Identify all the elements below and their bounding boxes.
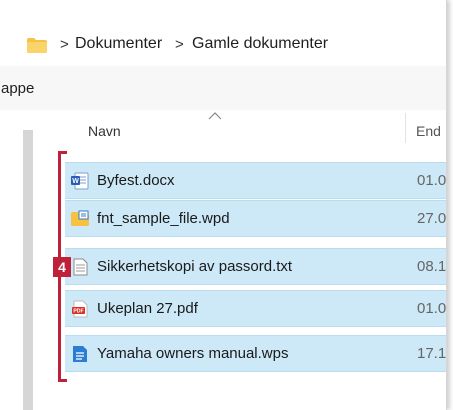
column-header-name[interactable]: Navn [88, 123, 121, 139]
breadcrumb-separator-icon: > [60, 36, 69, 53]
word-doc-icon: W [71, 172, 89, 190]
breadcrumb-separator-icon: > [175, 36, 184, 53]
pdf-file-icon: PDF [72, 300, 88, 318]
file-date: 17.1 [417, 345, 447, 362]
column-header-date-modified[interactable]: End [416, 123, 441, 139]
file-row-sikkerhetskopi[interactable]: Sikkerhetskopi av passord.txt 08.1 [65, 248, 446, 285]
column-divider[interactable] [405, 113, 406, 143]
file-name: fnt_sample_file.wpd [97, 210, 230, 227]
svg-text:PDF: PDF [73, 309, 83, 315]
file-row-fnt-sample[interactable]: fnt_sample_file.wpd 27.0 [65, 200, 446, 237]
breadcrumb-item-gamle-dokumenter[interactable]: Gamle dokumenter [192, 35, 328, 53]
address-bar[interactable]: > Dokumenter > Gamle dokumenter [0, 10, 446, 67]
navigation-scrollbar[interactable] [23, 130, 33, 410]
wps-file-icon [73, 346, 87, 362]
file-name: Byfest.docx [97, 172, 175, 189]
file-date: 27.0 [417, 210, 447, 227]
annotation-badge: 4 [53, 257, 71, 277]
command-toolbar [0, 66, 446, 110]
svg-text:W: W [72, 178, 79, 185]
file-date: 01.0 [417, 300, 447, 317]
sort-ascending-icon [208, 112, 222, 120]
file-row-yamaha[interactable]: Yamaha owners manual.wps 17.1 [65, 335, 446, 372]
folder-icon [27, 38, 47, 53]
file-date: 08.1 [417, 258, 447, 275]
file-date: 01.0 [417, 172, 447, 189]
breadcrumb-item-dokumenter[interactable]: Dokumenter [75, 35, 162, 53]
file-row-byfest[interactable]: W Byfest.docx 01.0 [65, 162, 446, 199]
text-file-icon [73, 258, 88, 276]
file-name: Sikkerhetskopi av passord.txt [97, 258, 293, 275]
wpd-file-icon [71, 210, 89, 226]
file-explorer-window: > Dokumenter > Gamle dokumenter appe Nav… [0, 0, 447, 410]
file-name: Yamaha owners manual.wps [97, 345, 289, 362]
new-folder-button-label[interactable]: appe [1, 80, 34, 97]
file-row-ukeplan[interactable]: PDF Ukeplan 27.pdf 01.0 [65, 290, 446, 327]
file-name: Ukeplan 27.pdf [97, 300, 198, 317]
